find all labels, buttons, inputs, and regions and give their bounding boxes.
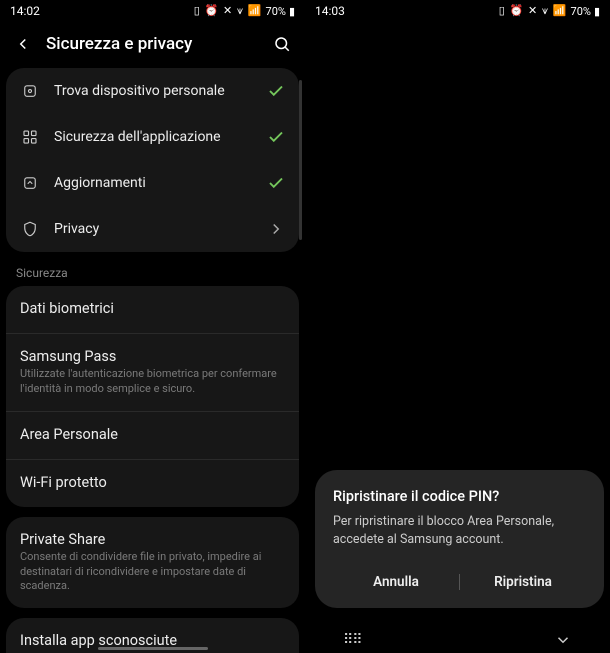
row-wifi-protetto[interactable]: Wi-Fi protetto — [6, 459, 299, 507]
row-updates[interactable]: Aggiornamenti — [6, 160, 299, 206]
scrollbar[interactable] — [299, 80, 302, 240]
section-label-security: Sicurezza — [0, 262, 305, 286]
battery-icon: ▮ — [289, 5, 295, 18]
search-icon[interactable] — [273, 35, 291, 53]
navbar: ⠿⠿ — [305, 631, 610, 649]
row-privacy[interactable]: Privacy — [6, 206, 299, 252]
row-find-device[interactable]: Trova dispositivo personale — [6, 68, 299, 114]
security-group: Dati biometrici Samsung Pass Utilizzate … — [6, 286, 299, 507]
cancel-button[interactable]: Annulla — [333, 566, 459, 598]
chevron-down-icon[interactable] — [554, 631, 572, 649]
statusbar-right: 14:03 ▯ ⏰ ✕ ⩛ 📶 70% ▮ — [305, 0, 610, 22]
home-indicator[interactable] — [98, 647, 208, 650]
row-label: Sicurezza dell'applicazione — [54, 129, 253, 145]
statusbar-left: 14:02 ▯ ⏰ ✕ ⩛ 📶 70% ▮ — [0, 0, 305, 22]
list-title: Private Share — [20, 531, 285, 548]
grid-icon — [20, 127, 40, 147]
status-right: ▯ ⏰ ✕ ⩛ 📶 70% ▮ — [499, 4, 600, 18]
list-title: Samsung Pass — [20, 348, 285, 365]
top-summary-card: Trova dispositivo personale Sicurezza de… — [6, 68, 299, 252]
confirm-button[interactable]: Ripristina — [460, 566, 586, 598]
row-app-security[interactable]: Sicurezza dell'applicazione — [6, 114, 299, 160]
row-label: Privacy — [54, 221, 253, 237]
update-icon — [20, 173, 40, 193]
status-right: ▯ ⏰ ✕ ⩛ 📶 70% ▮ — [194, 4, 295, 18]
row-private-share[interactable]: Private Share Consente di condividere fi… — [6, 517, 299, 609]
page-title: Sicurezza e privacy — [46, 34, 259, 54]
dialog-body: Per ripristinare il blocco Area Personal… — [333, 513, 586, 548]
list-title: Dati biometrici — [20, 300, 285, 317]
status-system-icons: ▯ ⏰ ✕ ⩛ 📶 — [499, 4, 568, 18]
list-subtitle: Consente di condividere file in privato,… — [20, 550, 285, 595]
keyboard-icon[interactable]: ⠿⠿ — [343, 632, 362, 648]
check-icon — [267, 174, 285, 192]
dialog-title: Ripristinare il codice PIN? — [333, 488, 586, 505]
battery-icon: ▮ — [594, 5, 600, 18]
check-icon — [267, 128, 285, 146]
target-icon — [20, 81, 40, 101]
status-time: 14:03 — [315, 4, 345, 18]
settings-header: Sicurezza e privacy — [0, 22, 305, 68]
screen-settings: 14:02 ▯ ⏰ ✕ ⩛ 📶 70% ▮ Sicurezza e privac… — [0, 0, 305, 653]
shield-icon — [20, 219, 40, 239]
status-system-icons: ▯ ⏰ ✕ ⩛ 📶 — [194, 4, 263, 18]
screen-dialog: 14:03 ▯ ⏰ ✕ ⩛ 📶 70% ▮ Ripristinare il co… — [305, 0, 610, 653]
pin-reset-dialog: Ripristinare il codice PIN? Per ripristi… — [315, 470, 604, 608]
dialog-actions: Annulla Ripristina — [333, 566, 586, 598]
back-icon[interactable] — [14, 35, 32, 53]
row-area-personale[interactable]: Area Personale — [6, 411, 299, 459]
list-subtitle: Utilizzate l'autenticazione biometrica p… — [20, 367, 285, 397]
row-label: Trova dispositivo personale — [54, 83, 253, 99]
row-samsung-pass[interactable]: Samsung Pass Utilizzate l'autenticazione… — [6, 333, 299, 411]
status-battery: 70% — [571, 5, 591, 18]
private-share-group: Private Share Consente di condividere fi… — [6, 517, 299, 609]
list-title: Area Personale — [20, 426, 285, 443]
check-icon — [267, 82, 285, 100]
row-label: Aggiornamenti — [54, 175, 253, 191]
row-biometrics[interactable]: Dati biometrici — [6, 286, 299, 333]
status-battery: 70% — [266, 5, 286, 18]
status-time: 14:02 — [10, 4, 40, 18]
chevron-right-icon — [267, 220, 285, 238]
list-title: Wi-Fi protetto — [20, 474, 285, 491]
